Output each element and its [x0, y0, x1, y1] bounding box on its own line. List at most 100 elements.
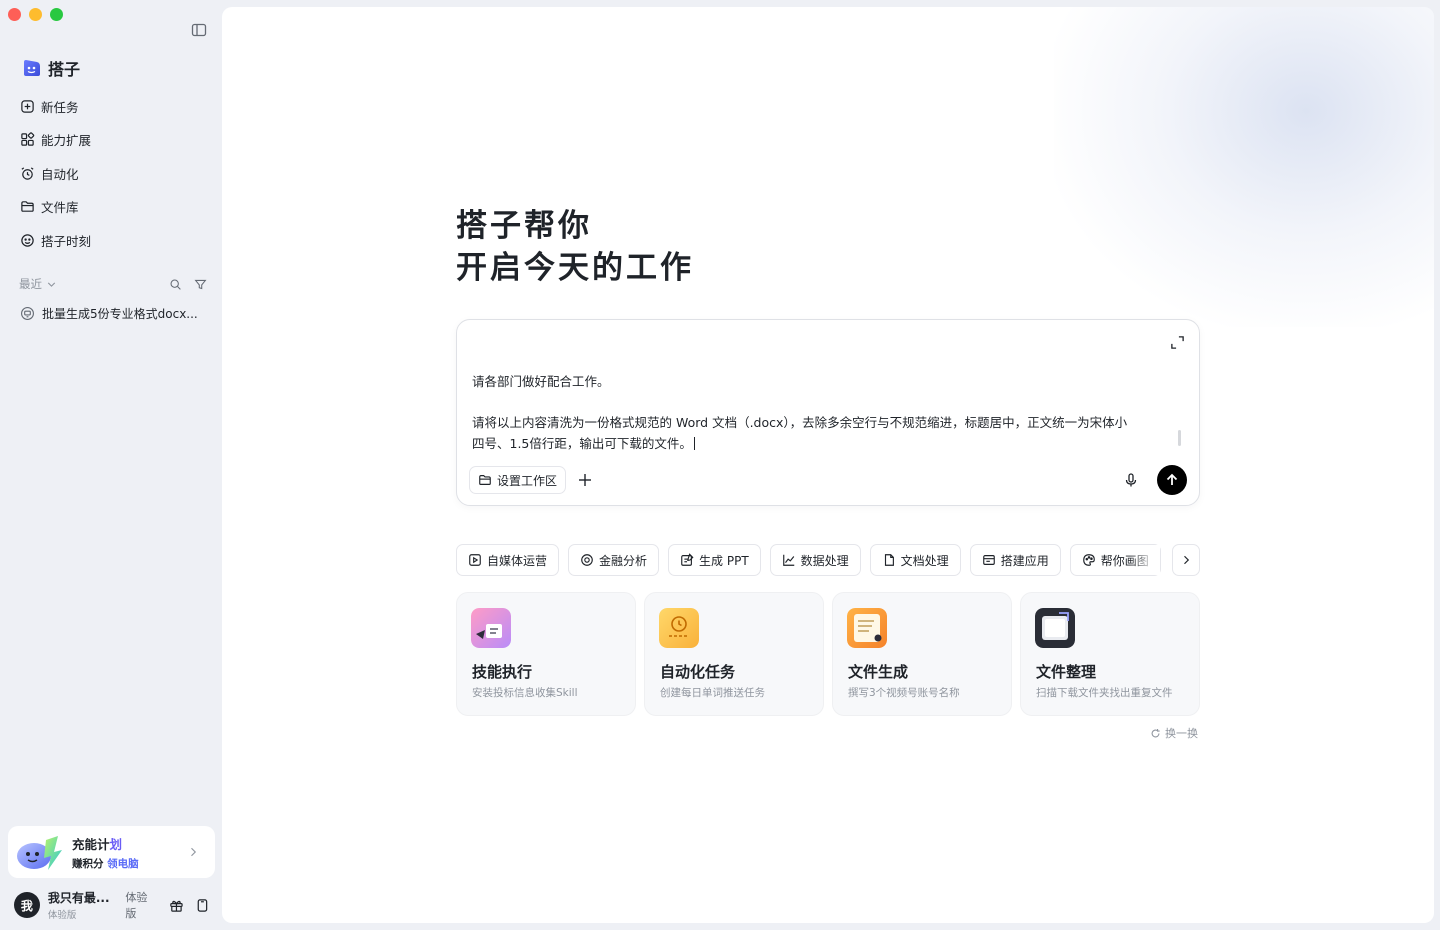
plan-badge[interactable]: 体验版 — [125, 889, 158, 921]
arrow-up-icon — [1166, 473, 1178, 485]
sidebar-nav: 新任务 能力扩展 自动化 文件库 搭子时刻 — [20, 95, 91, 263]
refresh-suggestions-button[interactable]: 换一换 — [1150, 725, 1198, 741]
card-subtitle: 扫描下载文件夹找出重复文件 — [1036, 687, 1173, 699]
user-plan: 体验版 — [47, 910, 77, 921]
tablet-icon[interactable] — [195, 898, 210, 913]
user-profile[interactable]: 我 我只有最... 体验版 体验版 — [14, 889, 210, 921]
chat-bubble-icon — [21, 307, 34, 320]
recent-item-label: 批量生成5份专业格式docx... — [42, 307, 198, 321]
moments-icon — [21, 233, 34, 247]
suggestion-chips: 自媒体运营 金融分析 生成 PPT 数据处理 文档处理 搭建应用 帮你画图 — [456, 544, 1200, 576]
task-cards: 技能执行 安装投标信息收集Skill 自动化任务 创建每日单词推送任务 文件生成… — [456, 592, 1200, 716]
sidebar-item-extensions[interactable]: 能力扩展 — [20, 129, 91, 151]
recent-label: 最近 — [19, 277, 42, 291]
card-file-generation[interactable]: 文件生成 撰写3个视频号账号名称 — [832, 592, 1012, 716]
hero-line-1: 搭子帮你 — [456, 208, 592, 244]
chips-next-button[interactable] — [1172, 544, 1200, 576]
hero-line-2: 开启今天的工作 — [456, 250, 694, 286]
chip-build-app[interactable]: 搭建应用 — [969, 544, 1061, 576]
edit-doc-icon — [681, 553, 694, 566]
app-window-icon — [982, 555, 995, 565]
filter-icon[interactable] — [194, 278, 207, 291]
chip-financial-analysis[interactable]: 金融分析 — [568, 544, 660, 576]
promo-card[interactable]: 充能计划 赚积分 领电脑 — [8, 826, 215, 878]
chevron-down-icon — [47, 281, 56, 287]
recent-conversation-item[interactable]: 批量生成5份专业格式docx... — [20, 305, 210, 322]
set-workspace-button[interactable]: 设置工作区 — [469, 466, 567, 494]
card-title: 技能执行 — [472, 663, 533, 681]
brand-name: 搭子 — [48, 60, 81, 79]
refresh-label: 换一换 — [1165, 727, 1198, 740]
target-icon — [581, 554, 593, 566]
sidebar-item-label: 搭子时刻 — [41, 233, 92, 249]
expand-icon[interactable] — [1170, 335, 1185, 350]
prompt-input[interactable]: 请各部门做好配合工作。 请将以上内容清洗为一份格式规范的 Word 文档（.do… — [472, 372, 1152, 454]
card-subtitle: 安装投标信息收集Skill — [472, 687, 578, 699]
sidebar-item-label: 文件库 — [41, 200, 79, 215]
card-title: 文件生成 — [848, 663, 909, 681]
background-glow — [1054, 7, 1434, 327]
hero-heading: 搭子帮你 开启今天的工作 — [456, 205, 694, 289]
maximize-window-button[interactable] — [50, 8, 63, 21]
file-organize-icon — [1035, 608, 1075, 648]
card-title: 文件整理 — [1036, 663, 1097, 681]
extensions-icon — [21, 132, 35, 146]
recent-header: 最近 — [19, 276, 207, 292]
prompt-line-2: 请将以上内容清洗为一份格式规范的 Word 文档（.docx），去除多余空行与不… — [472, 415, 1128, 430]
main-panel: 搭子帮你 开启今天的工作 请各部门做好配合工作。 请将以上内容清洗为一份格式规范… — [222, 7, 1434, 923]
prompt-composer[interactable]: 请各部门做好配合工作。 请将以上内容清洗为一份格式规范的 Word 文档（.do… — [456, 319, 1200, 506]
close-window-button[interactable] — [8, 8, 21, 21]
line-chart-icon — [782, 554, 794, 566]
chevron-right-icon — [191, 847, 197, 857]
chip-draw-image[interactable]: 帮你画图 — [1069, 544, 1161, 576]
alarm-icon — [21, 166, 34, 180]
document-icon — [884, 554, 894, 566]
chevron-right-icon — [1184, 555, 1190, 565]
add-attachment-icon[interactable] — [577, 472, 593, 488]
file-generation-icon — [847, 608, 887, 648]
new-task-icon — [21, 99, 34, 113]
composer-scrollbar[interactable] — [1178, 430, 1181, 446]
prompt-line-1: 请各部门做好配合工作。 — [472, 374, 610, 389]
avatar[interactable]: 我 — [14, 892, 40, 918]
sidebar-item-label: 能力扩展 — [41, 133, 92, 148]
card-subtitle: 撰写3个视频号账号名称 — [848, 687, 960, 699]
sidebar: 搭子 新任务 能力扩展 自动化 文件库 搭子时刻 最近 批量生成5份专业格式do… — [0, 0, 222, 930]
sidebar-item-new-task[interactable]: 新任务 — [20, 95, 91, 117]
send-button[interactable] — [1157, 465, 1187, 495]
card-skill-execution[interactable]: 技能执行 安装投标信息收集Skill — [456, 592, 636, 716]
microphone-icon[interactable] — [1123, 472, 1139, 488]
minimize-window-button[interactable] — [29, 8, 42, 21]
chip-data-processing[interactable]: 数据处理 — [769, 544, 861, 576]
chip-document-processing[interactable]: 文档处理 — [869, 544, 961, 576]
mascot-illustration-icon — [17, 836, 62, 870]
chip-generate-ppt[interactable]: 生成 PPT — [668, 544, 761, 576]
folder-icon — [21, 201, 34, 212]
sidebar-toggle-icon[interactable] — [191, 22, 207, 38]
recent-toggle[interactable]: 最近 — [19, 276, 169, 292]
prompt-line-3: 四号、1.5倍行距，输出可下载的文件。 — [472, 434, 1152, 455]
user-name: 我只有最... — [47, 891, 110, 905]
promo-title: 充能计划 — [72, 836, 123, 852]
text-caret — [693, 436, 695, 450]
play-square-icon — [469, 554, 481, 566]
card-automation-task[interactable]: 自动化任务 创建每日单词推送任务 — [644, 592, 824, 716]
alarm-clock-card-icon — [659, 608, 699, 648]
sidebar-item-moments[interactable]: 搭子时刻 — [20, 229, 91, 251]
gift-icon[interactable] — [169, 898, 184, 913]
search-icon[interactable] — [169, 278, 182, 291]
app-window: 搭子 新任务 能力扩展 自动化 文件库 搭子时刻 最近 批量生成5份专业格式do… — [0, 0, 1440, 930]
logo-mark-icon — [24, 60, 40, 76]
sidebar-item-label: 自动化 — [41, 166, 79, 182]
sidebar-item-automation[interactable]: 自动化 — [20, 162, 91, 184]
card-title: 自动化任务 — [660, 663, 736, 681]
brand-logo: 搭子 — [22, 56, 80, 80]
set-workspace-label: 设置工作区 — [497, 473, 558, 488]
chip-media-operations[interactable]: 自媒体运营 — [456, 544, 560, 576]
palette-icon — [1082, 554, 1095, 566]
card-file-organization[interactable]: 文件整理 扫描下载文件夹找出重复文件 — [1020, 592, 1200, 716]
sidebar-item-label: 新任务 — [41, 99, 79, 115]
promo-subtitle: 赚积分 领电脑 — [72, 857, 139, 870]
skill-execution-icon — [471, 608, 511, 648]
sidebar-item-files[interactable]: 文件库 — [20, 196, 91, 218]
